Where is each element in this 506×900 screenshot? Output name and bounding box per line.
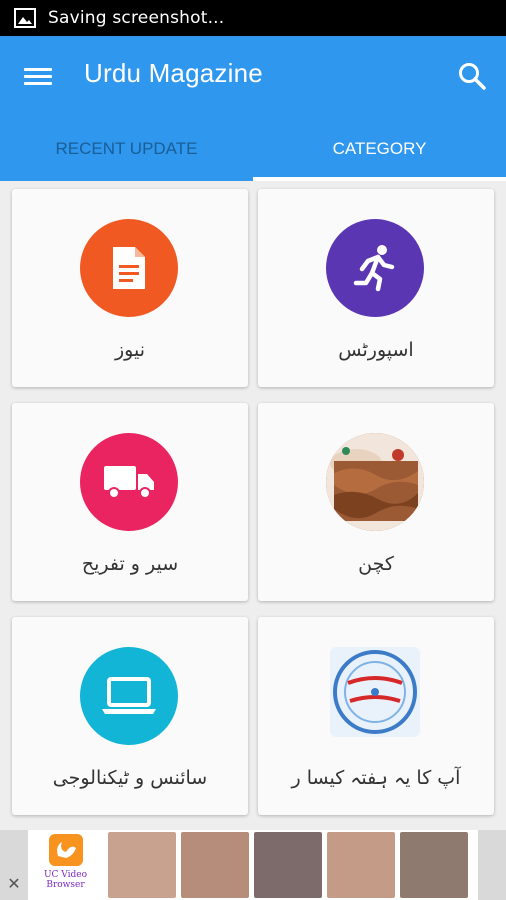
tab-recent-update[interactable]: RECENT UPDATE <box>0 116 253 181</box>
category-label: سائنس و ٹیکنالوجی <box>52 767 208 789</box>
ad-close-icon[interactable]: ✕ <box>4 874 24 894</box>
laptop-icon <box>80 647 178 745</box>
status-notification-text: Saving screenshot... <box>48 8 225 28</box>
ad-brand-line1: UC Video <box>43 870 88 880</box>
image-icon <box>14 8 36 28</box>
category-label: آپ کا یہ ہفتہ کیسا ر <box>291 767 461 789</box>
app-bar: Urdu Magazine RECENT UPDATE CATEGORY <box>0 36 506 181</box>
app-title: Urdu Magazine <box>84 58 263 88</box>
category-card-news[interactable]: نیوز <box>12 189 248 387</box>
ad-content[interactable]: UC Video Browser <box>28 830 478 900</box>
category-card-travel[interactable]: سیر و تفریح <box>12 403 248 601</box>
ad-thumbnail <box>108 832 176 898</box>
tab-category[interactable]: CATEGORY <box>253 116 506 181</box>
kebab-food-image <box>326 433 424 531</box>
running-person-icon <box>326 219 424 317</box>
horoscope-image <box>330 647 420 737</box>
ad-thumbnail <box>327 832 395 898</box>
status-bar: Saving screenshot... <box>0 0 506 36</box>
uc-browser-logo: UC Video Browser <box>28 830 103 900</box>
category-label: سیر و تفریح <box>81 553 179 575</box>
toolbar: Urdu Magazine <box>0 36 506 116</box>
truck-icon <box>80 433 178 531</box>
category-card-sports[interactable]: اسپورٹس <box>258 189 494 387</box>
category-label: نیوز <box>114 339 145 361</box>
category-card-science-technology[interactable]: سائنس و ٹیکنالوجی <box>12 617 248 815</box>
ad-thumbnail <box>400 832 468 898</box>
ad-thumbnail <box>254 832 322 898</box>
tab-bar: RECENT UPDATE CATEGORY <box>0 116 506 181</box>
ad-banner[interactable]: UC Video Browser ✕ <box>0 830 506 900</box>
ad-brand-line2: Browser <box>46 880 85 890</box>
category-label: اسپورٹس <box>338 339 414 361</box>
category-grid: نیوز اسپورٹس سیر و تفریح کچن سائنس و ٹیک… <box>0 181 506 830</box>
category-label: کچن <box>358 553 394 575</box>
ad-thumbnail <box>181 832 249 898</box>
category-card-kitchen[interactable]: کچن <box>258 403 494 601</box>
document-icon <box>80 219 178 317</box>
hamburger-menu-icon[interactable] <box>24 64 56 88</box>
search-icon[interactable] <box>456 60 490 94</box>
category-card-horoscope[interactable]: آپ کا یہ ہفتہ کیسا ر <box>258 617 494 815</box>
